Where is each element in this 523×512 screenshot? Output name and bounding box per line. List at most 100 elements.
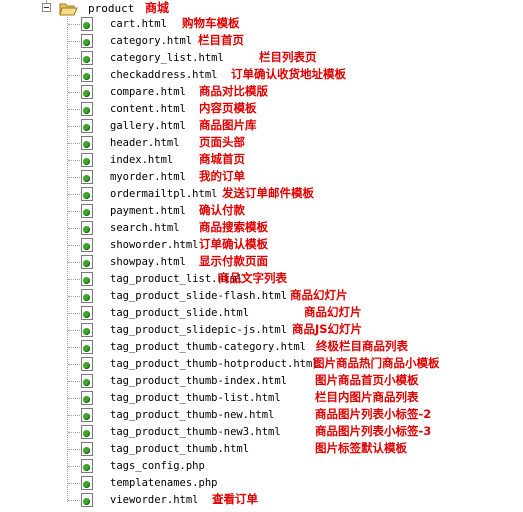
tree-guide-line [68,279,80,280]
file-icon [81,391,93,405]
file-name[interactable]: checkaddress.html [110,68,217,82]
file-icon [81,17,93,31]
file-row[interactable]: showpay.html 显示付款页面 [0,254,523,271]
file-icon [81,221,93,235]
file-icon [81,136,93,150]
file-description: 订单确认模板 [199,237,268,251]
file-name[interactable]: myorder.html [110,170,186,184]
file-description: 商品搜索模板 [199,220,268,234]
file-name[interactable]: gallery.html [110,119,186,133]
file-row[interactable]: tag_product_thumb.html 图片标签默认模板 [0,441,523,458]
file-name[interactable]: header.html [110,136,180,150]
file-icon [81,85,93,99]
file-name[interactable]: tag_product_thumb-index.html [110,374,287,388]
file-description: 商品图片库 [199,118,257,132]
file-row[interactable]: tag_product_list.html 商品文字列表 [0,271,523,288]
file-name[interactable]: category_list.html [110,51,224,65]
file-row[interactable]: content.html 内容页模板 [0,101,523,118]
file-name[interactable]: tag_product_thumb-new3.html [110,425,281,439]
file-icon [81,476,93,490]
file-row[interactable]: gallery.html 商品图片库 [0,118,523,135]
file-row[interactable]: tag_product_thumb-new.html 商品图片列表小标签-2 [0,407,523,424]
tree-guide-line [68,381,80,382]
file-icon [81,68,93,82]
file-name[interactable]: compare.html [110,85,186,99]
file-row[interactable]: cart.html 购物车模板 [0,16,523,33]
file-name[interactable]: tag_product_slidepic-js.html [110,323,287,337]
file-row[interactable]: vieworder.html 查看订单 [0,492,523,509]
file-row[interactable]: tag_product_slide.html 商品幻灯片 [0,305,523,322]
file-row[interactable]: category_list.html 栏目列表页 [0,50,523,67]
file-row[interactable]: header.html 页面头部 [0,135,523,152]
file-row[interactable]: myorder.html 我的订单 [0,169,523,186]
file-row[interactable]: ordermailtpl.html 发送订单邮件模板 [0,186,523,203]
file-name[interactable]: tag_product_slide.html [110,306,249,320]
tree-guide-line [68,92,80,93]
file-icon [81,306,93,320]
file-name[interactable]: index.html [110,153,173,167]
file-description: 商品图片列表小标签-2 [315,407,432,421]
file-name[interactable]: search.html [110,221,180,235]
file-row[interactable]: tag_product_slide-flash.html 商品幻灯片 [0,288,523,305]
file-description: 页面头部 [199,135,245,149]
file-description: 栏目首页 [198,33,244,47]
file-description: 商品图片列表小标签-3 [315,424,432,438]
file-row[interactable]: category.html 栏目首页 [0,33,523,50]
tree-guide-line [68,143,80,144]
file-name[interactable]: tag_product_thumb-category.html [110,340,306,354]
file-name[interactable]: tag_product_thumb-list.html [110,391,281,405]
file-row[interactable]: tags_config.php [0,458,523,475]
file-description: 商品JS幻灯片 [292,322,363,336]
tree-guide-line [68,296,80,297]
file-name[interactable]: showorder.html [110,238,199,252]
file-icon [81,442,93,456]
tree-guide-line [68,228,80,229]
file-name[interactable]: cart.html [110,17,167,31]
file-name[interactable]: ordermailtpl.html [110,187,217,201]
tree-guide-line [68,347,80,348]
file-name[interactable]: vieworder.html [110,493,199,507]
tree-guide-line [68,415,80,416]
file-row[interactable]: tag_product_thumb-new3.html 商品图片列表小标签-3 [0,424,523,441]
file-icon [81,102,93,116]
file-icon [81,153,93,167]
file-name[interactable]: category.html [110,34,192,48]
file-row[interactable]: tag_product_slidepic-js.html 商品JS幻灯片 [0,322,523,339]
file-row[interactable]: checkaddress.html 订单确认收货地址模板 [0,67,523,84]
tree-guide-line [68,432,80,433]
file-name[interactable]: tag_product_thumb-hotproduct.html [110,357,319,371]
file-name[interactable]: showpay.html [110,255,186,269]
file-name[interactable]: payment.html [110,204,186,218]
file-name[interactable]: content.html [110,102,186,116]
file-name[interactable]: tag_product_thumb.html [110,442,249,456]
file-row[interactable]: index.html 商城首页 [0,152,523,169]
file-row[interactable]: compare.html 商品对比模版 [0,84,523,101]
file-icon [81,357,93,371]
file-row[interactable]: search.html 商品搜索模板 [0,220,523,237]
file-row[interactable]: tag_product_thumb-category.html 终极栏目商品列表 [0,339,523,356]
file-name[interactable]: templatenames.php [110,476,217,490]
file-row[interactable]: tag_product_thumb-list.html 栏目内图片商品列表 [0,390,523,407]
file-name[interactable]: tag_product_thumb-new.html [110,408,274,422]
collapse-toggle-icon[interactable] [42,3,51,12]
file-row[interactable]: tag_product_thumb-index.html 图片商品首页小模板 [0,373,523,390]
file-icon [81,340,93,354]
folder-name[interactable]: product [88,2,134,16]
file-row[interactable]: showorder.html 订单确认模板 [0,237,523,254]
file-icon [81,323,93,337]
file-icon [81,255,93,269]
file-description: 栏目内图片商品列表 [315,390,419,404]
file-icon [81,272,93,286]
file-description: 确认付款 [199,203,245,217]
file-tree: product 商城 cart.html 购物车模板 category.html 栏目… [0,0,523,512]
folder-open-icon [59,1,78,16]
file-name[interactable]: tag_product_slide-flash.html [110,289,287,303]
tree-guide-line [46,0,47,2]
file-description: 内容页模板 [199,101,257,115]
tree-guide-line [68,41,80,42]
file-row[interactable]: templatenames.php [0,475,523,492]
file-row[interactable]: tag_product_thumb-hotproduct.html 图片商品热门商… [0,356,523,373]
tree-guide-line [68,398,80,399]
file-name[interactable]: tags_config.php [110,459,205,473]
file-row[interactable]: payment.html 确认付款 [0,203,523,220]
